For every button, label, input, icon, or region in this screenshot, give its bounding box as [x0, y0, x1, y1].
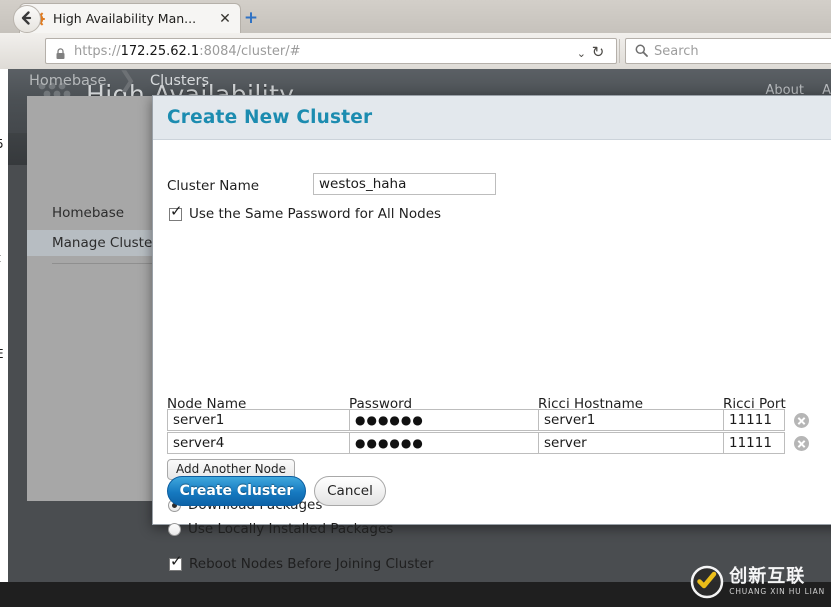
local-packages-row[interactable]: Use Locally Installed Packages [168, 521, 393, 537]
search-placeholder: Search [654, 43, 699, 59]
watermark-logo-icon [690, 565, 724, 599]
toolbar-divider [619, 39, 620, 63]
sidebar: Homebase Manage Cluste [27, 96, 155, 501]
address-bar[interactable]: https://172.25.62.1:8084/cluster/# ⌄ ↻ [45, 38, 617, 64]
watermark: 创新互联 CHUANG XIN HU LIAN [690, 565, 825, 599]
reboot-nodes-row[interactable]: ✓ Reboot Nodes Before Joining Cluster [169, 553, 434, 572]
back-button[interactable] [13, 5, 41, 33]
close-icon[interactable]: ✕ [216, 10, 234, 28]
dialog-header: Create New Cluster [153, 96, 831, 140]
browser-tab[interactable]: High Availability Man... ✕ [19, 3, 241, 33]
url-scheme: https:// [74, 43, 121, 59]
breadcrumb-separator-icon: ❯ [118, 68, 137, 93]
delete-node-icon-1[interactable] [794, 413, 809, 428]
node-name-input-1[interactable] [167, 409, 353, 431]
cluster-name-input[interactable] [313, 173, 496, 195]
browser-tab-bar: High Availability Man... ✕ + [0, 0, 831, 34]
table-row: ●●●●●● [153, 409, 831, 432]
dialog-body: Cluster Name ✓ Use the Same Password for… [153, 140, 831, 607]
dialog-title: Create New Cluster [167, 107, 373, 128]
left-fragment-1: 5 [0, 137, 4, 151]
same-password-checkbox-row[interactable]: ✓ Use the Same Password for All Nodes [169, 203, 442, 222]
left-fragment-3: E [0, 347, 4, 361]
back-arrow-icon [21, 11, 32, 25]
create-cluster-button[interactable]: Create Cluster [167, 476, 306, 506]
same-password-label: Use the Same Password for All Nodes [189, 206, 442, 222]
watermark-en: CHUANG XIN HU LIAN [729, 587, 825, 597]
ricci-hostname-input-2[interactable] [538, 432, 727, 454]
lock-icon [55, 45, 66, 59]
left-fragment-2: t [0, 251, 1, 265]
local-packages-radio[interactable] [168, 522, 181, 536]
check-icon: ✓ [170, 201, 183, 220]
delete-node-icon-2[interactable] [794, 436, 809, 451]
cancel-button[interactable]: Cancel [314, 476, 386, 506]
reload-icon[interactable]: ↻ [589, 43, 607, 61]
chevron-down-icon[interactable]: ⌄ [577, 47, 586, 60]
left-edge-window-sliver: / 5 t E [0, 69, 8, 607]
table-row: ●●●●●● [153, 432, 831, 455]
local-packages-label: Use Locally Installed Packages [188, 521, 394, 537]
watermark-text: 创新互联 CHUANG XIN HU LIAN [729, 568, 825, 596]
search-icon [635, 42, 648, 61]
ricci-hostname-input-1[interactable] [538, 409, 727, 431]
breadcrumb-item-clusters[interactable]: Clusters [150, 73, 209, 89]
address-bar-url: https://172.25.62.1:8084/cluster/# [74, 44, 301, 59]
watermark-cn: 创新互联 [729, 566, 806, 588]
new-tab-button[interactable]: + [240, 7, 262, 29]
left-edge-fragments: / 5 t E [0, 69, 8, 607]
breadcrumb-item-homebase[interactable]: Homebase [29, 73, 106, 89]
password-input-1[interactable]: ●●●●●● [349, 409, 539, 431]
browser-tab-title: High Availability Man... [53, 11, 197, 26]
check-icon: ✓ [170, 551, 183, 570]
password-input-2[interactable]: ●●●●●● [349, 432, 539, 454]
sidebar-item-homebase[interactable]: Homebase [27, 200, 154, 226]
browser-window: High Availability Man... ✕ + https://172… [0, 0, 831, 607]
reboot-nodes-label: Reboot Nodes Before Joining Cluster [189, 556, 434, 572]
create-cluster-dialog: Create New Cluster Cluster Name ✓ Use th… [152, 95, 831, 607]
search-bar[interactable]: Search [625, 38, 831, 64]
sidebar-divider [52, 263, 154, 264]
same-password-checkbox[interactable]: ✓ [169, 203, 183, 221]
node-name-input-2[interactable] [167, 432, 353, 454]
url-host: 172.25.62.1 [120, 43, 200, 59]
cluster-name-label: Cluster Name [167, 178, 260, 194]
ricci-port-input-2[interactable] [723, 432, 785, 454]
ricci-port-input-1[interactable] [723, 409, 785, 431]
reboot-nodes-checkbox[interactable]: ✓ [169, 553, 183, 571]
url-path: :8084/cluster/# [199, 43, 301, 59]
sidebar-item-manage-clusters[interactable]: Manage Cluste [27, 230, 154, 256]
